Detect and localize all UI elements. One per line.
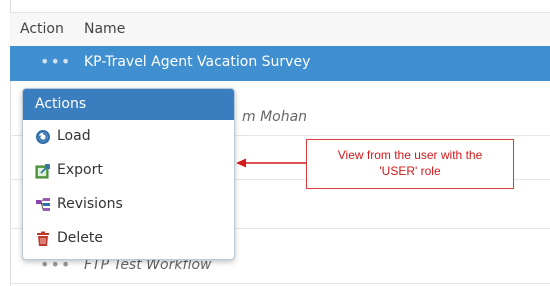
- revisions-icon: [35, 197, 51, 213]
- menu-item-revisions[interactable]: Revisions: [23, 188, 234, 222]
- table-row[interactable]: ••• KP-Travel Agent Vacation Survey: [10, 46, 550, 81]
- table-header: Action Name: [10, 12, 550, 47]
- menu-item-label: Load: [57, 128, 91, 144]
- trash-icon: [35, 231, 51, 247]
- annotation-line: View from the user with the: [337, 148, 483, 162]
- annotation-line: 'USER' role: [379, 164, 441, 178]
- actions-menu-title: Actions: [23, 89, 234, 120]
- arrow-left-icon: [236, 158, 306, 168]
- menu-item-label: Revisions: [57, 196, 123, 212]
- column-header-action[interactable]: Action: [20, 21, 64, 37]
- row-actions-icon[interactable]: •••: [40, 257, 71, 273]
- menu-item-label: Delete: [57, 230, 103, 246]
- row-actions-icon[interactable]: •••: [40, 54, 71, 70]
- column-header-name[interactable]: Name: [84, 21, 125, 37]
- menu-item-export[interactable]: Export: [23, 154, 234, 188]
- actions-menu: Actions Load Export Revisions Delete: [22, 88, 235, 260]
- annotation-callout: View from the user with the 'USER' role: [306, 139, 514, 189]
- row-name[interactable]: KP-Travel Agent Vacation Survey: [84, 54, 310, 70]
- row-name[interactable]: m Mohan: [242, 109, 307, 125]
- menu-item-delete[interactable]: Delete: [23, 222, 234, 256]
- menu-item-load[interactable]: Load: [23, 120, 234, 154]
- export-icon: [35, 163, 51, 179]
- menu-item-label: Export: [57, 162, 103, 178]
- load-icon: [35, 129, 51, 145]
